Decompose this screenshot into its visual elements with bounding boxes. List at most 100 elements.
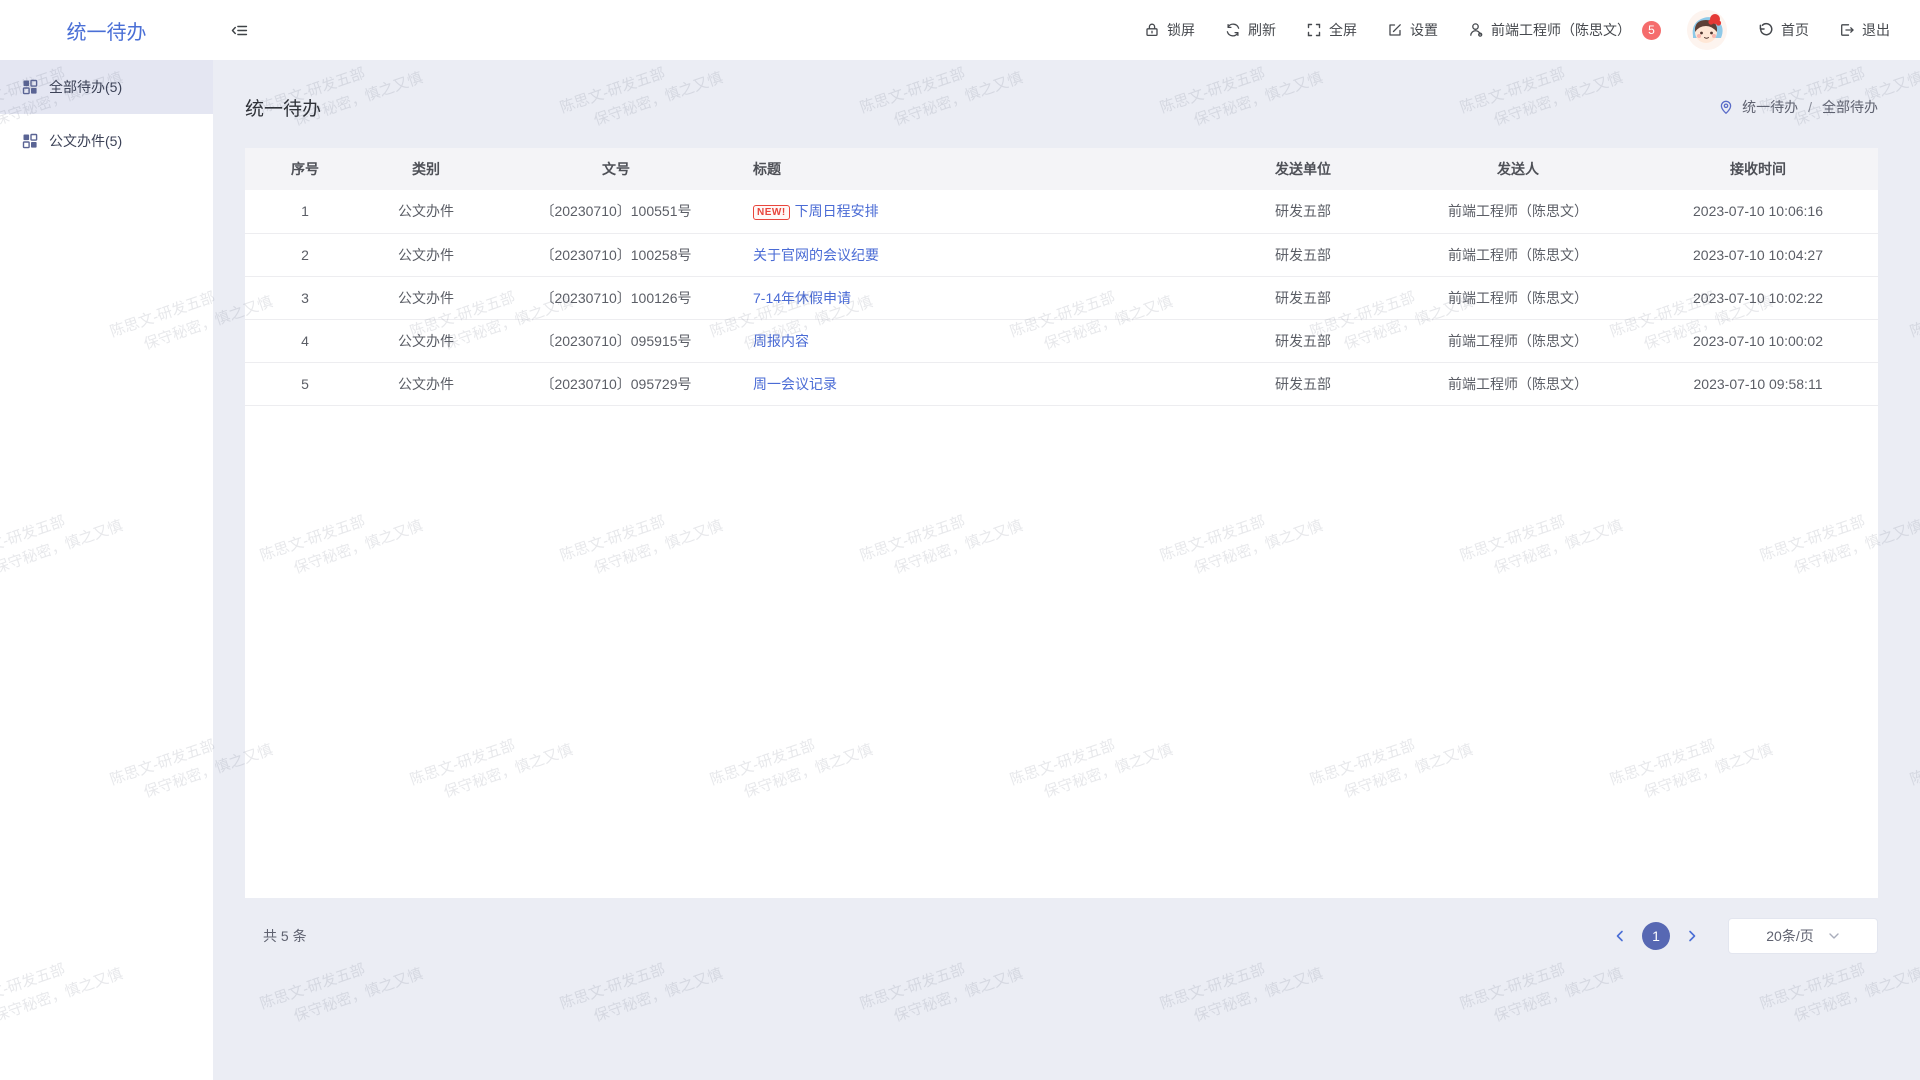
breadcrumb-separator: / [1808, 99, 1812, 115]
page-size-value: 20条/页 [1766, 926, 1813, 946]
cell-unit: 研发五部 [1208, 362, 1398, 405]
user-name-label: 前端工程师（陈思文） [1491, 20, 1631, 40]
cell-received-time: 2023-07-10 09:58:11 [1638, 362, 1878, 405]
table-row: 4公文办件〔20230710〕095915号周报内容 研发五部前端工程师（陈思文）… [245, 319, 1878, 362]
settings-edit-icon [1387, 22, 1403, 38]
breadcrumb-current: 全部待办 [1822, 97, 1878, 117]
lock-screen-label: 锁屏 [1167, 20, 1195, 40]
fullscreen-icon [1306, 22, 1322, 38]
cell-seq: 2 [245, 233, 365, 276]
cell-category: 公文办件 [365, 276, 487, 319]
prev-page-button[interactable] [1608, 926, 1632, 946]
page-title: 统一待办 [245, 94, 321, 121]
todo-table-card: 序号 类别 文号 标题 发送单位 发送人 接收时间 1公文办件〔20230710… [245, 148, 1878, 898]
fullscreen-button[interactable]: 全屏 [1306, 20, 1357, 40]
app-logo[interactable]: 统一待办 [0, 16, 213, 45]
logout-icon [1839, 22, 1855, 38]
cell-doc-no: 〔20230710〕100551号 [487, 190, 745, 233]
cell-seq: 4 [245, 319, 365, 362]
table-row: 1公文办件〔20230710〕100551号 NEW! 下周日程安排 研发五部前端工程… [245, 190, 1878, 233]
fullscreen-label: 全屏 [1329, 20, 1357, 40]
cell-seq: 1 [245, 190, 365, 233]
col-title: 标题 [745, 148, 1208, 190]
document-title-link[interactable]: 周一会议记录 [753, 376, 837, 392]
next-page-button[interactable] [1680, 926, 1704, 946]
sidebar: 全部待办(5) 公文办件(5) [0, 60, 213, 1080]
cell-received-time: 2023-07-10 10:02:22 [1638, 276, 1878, 319]
document-title-link[interactable]: 下周日程安排 [795, 203, 879, 219]
app-header: 统一待办 锁屏 刷新 [0, 0, 1920, 60]
col-seq: 序号 [245, 148, 365, 190]
cell-received-time: 2023-07-10 10:00:02 [1638, 319, 1878, 362]
page-head: 统一待办 统一待办 / 全部待办 [245, 60, 1878, 148]
col-received: 接收时间 [1638, 148, 1878, 190]
cell-category: 公文办件 [365, 362, 487, 405]
col-doc-no: 文号 [487, 148, 745, 190]
grid-icon [22, 133, 38, 149]
current-page-button[interactable]: 1 [1642, 922, 1670, 950]
cell-doc-no: 〔20230710〕100126号 [487, 276, 745, 319]
document-title-link[interactable]: 周报内容 [753, 333, 809, 349]
sidebar-item-label: 全部待办(5) [49, 77, 122, 97]
sidebar-item-official-docs[interactable]: 公文办件(5) [0, 114, 213, 168]
document-title-link[interactable]: 7-14年休假申请 [753, 290, 851, 306]
cell-seq: 5 [245, 362, 365, 405]
cell-unit: 研发五部 [1208, 190, 1398, 233]
cell-unit: 研发五部 [1208, 319, 1398, 362]
cell-unit: 研发五部 [1208, 276, 1398, 319]
sidebar-item-all-todos[interactable]: 全部待办(5) [0, 60, 213, 114]
grid-icon [22, 79, 38, 95]
chevron-down-icon [1828, 930, 1840, 942]
main-content: 统一待办 统一待办 / 全部待办 [213, 60, 1920, 1080]
undo-home-icon [1757, 22, 1774, 39]
cell-category: 公文办件 [365, 319, 487, 362]
cell-sender: 前端工程师（陈思文） [1398, 276, 1638, 319]
home-label: 首页 [1781, 20, 1809, 40]
todo-table: 序号 类别 文号 标题 发送单位 发送人 接收时间 1公文办件〔20230710… [245, 148, 1878, 406]
cell-title: 周报内容 [745, 319, 1208, 362]
refresh-label: 刷新 [1248, 20, 1276, 40]
body-layout: 全部待办(5) 公文办件(5) 统一待办 [0, 60, 1920, 1080]
cell-received-time: 2023-07-10 10:06:16 [1638, 190, 1878, 233]
home-button[interactable]: 首页 [1757, 20, 1809, 40]
menu-fold-icon [231, 22, 248, 39]
cell-title: 7-14年休假申请 [745, 276, 1208, 319]
cell-sender: 前端工程师（陈思文） [1398, 319, 1638, 362]
lock-screen-button[interactable]: 锁屏 [1144, 20, 1195, 40]
cell-title: NEW! 下周日程安排 [745, 190, 1208, 233]
document-title-link[interactable]: 关于官网的会议纪要 [753, 247, 879, 263]
settings-button[interactable]: 设置 [1387, 20, 1438, 40]
cell-category: 公文办件 [365, 190, 487, 233]
sidebar-collapse-button[interactable] [231, 22, 248, 39]
logout-button[interactable]: 退出 [1839, 20, 1890, 40]
pagination: 1 20条/页 [1608, 918, 1878, 954]
logout-label: 退出 [1862, 20, 1890, 40]
table-footer: 共 5 条 1 20条/页 [245, 918, 1878, 954]
breadcrumb: 统一待办 / 全部待办 [1718, 97, 1878, 117]
table-header-row: 序号 类别 文号 标题 发送单位 发送人 接收时间 [245, 148, 1878, 190]
user-menu[interactable]: 前端工程师（陈思文） 5 [1468, 20, 1661, 40]
new-badge: NEW! [753, 205, 790, 220]
table-row: 3公文办件〔20230710〕100126号 7-14年休假申请 研发五部前端工程师… [245, 276, 1878, 319]
lock-icon [1144, 22, 1160, 38]
refresh-button[interactable]: 刷新 [1225, 20, 1276, 40]
breadcrumb-first[interactable]: 统一待办 [1742, 97, 1798, 117]
avatar[interactable] [1687, 10, 1727, 50]
page-size-select[interactable]: 20条/页 [1728, 918, 1878, 954]
refresh-icon [1225, 22, 1241, 38]
cell-doc-no: 〔20230710〕095729号 [487, 362, 745, 405]
user-icon [1468, 22, 1484, 38]
col-category: 类别 [365, 148, 487, 190]
table-row: 2公文办件〔20230710〕100258号关于官网的会议纪要研发五部前端工程师… [245, 233, 1878, 276]
col-unit: 发送单位 [1208, 148, 1398, 190]
col-sender: 发送人 [1398, 148, 1638, 190]
cell-unit: 研发五部 [1208, 233, 1398, 276]
cell-sender: 前端工程师（陈思文） [1398, 190, 1638, 233]
cell-seq: 3 [245, 276, 365, 319]
table-row: 5公文办件〔20230710〕095729号周一会议记录 研发五部前端工程师（陈思… [245, 362, 1878, 405]
cell-doc-no: 〔20230710〕095915号 [487, 319, 745, 362]
cell-title: 关于官网的会议纪要 [745, 233, 1208, 276]
cell-sender: 前端工程师（陈思文） [1398, 362, 1638, 405]
cell-title: 周一会议记录 [745, 362, 1208, 405]
cell-sender: 前端工程师（陈思文） [1398, 233, 1638, 276]
